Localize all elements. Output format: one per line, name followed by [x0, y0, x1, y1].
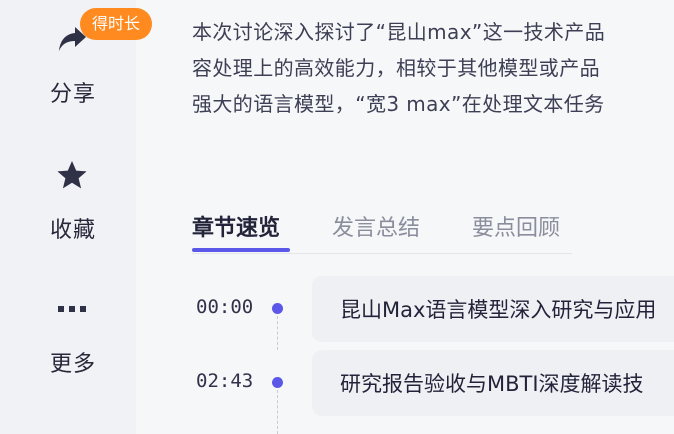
earn-time-badge[interactable]: 得时长 — [80, 8, 153, 40]
timeline-dot-icon — [272, 377, 283, 388]
chapter-item[interactable]: 02:43 研究报告验收与MBTI深度解读技 — [190, 350, 674, 416]
chapter-timestamp: 00:00 — [196, 296, 254, 318]
timeline-dot-icon — [272, 303, 283, 314]
action-rail: 分享 得时长 收藏 更多 — [0, 0, 153, 434]
active-tab-indicator — [192, 248, 290, 252]
summary-paragraph: 本次讨论深入探讨了“昆山max”这一技术产品 容处理上的高效能力，相较于其他模型… — [192, 14, 674, 122]
more-button[interactable]: 更多 — [0, 280, 136, 400]
chapter-timestamp: 02:43 — [196, 370, 254, 392]
share-label: 分享 — [49, 82, 96, 107]
more-label: 更多 — [49, 352, 96, 377]
summary-line: 容处理上的高效能力，相较于其他模型或产品 — [192, 56, 600, 80]
favorite-label: 收藏 — [49, 218, 96, 243]
tab-key-points[interactable]: 要点回顾 — [472, 210, 560, 242]
page: 分享 得时长 收藏 更多 本次讨论深入探讨了“昆山max”这一技术产品 容处理上… — [0, 0, 674, 434]
tab-speech-summary[interactable]: 发言总结 — [332, 210, 420, 242]
chapter-card[interactable]: 研究报告验收与MBTI深度解读技 — [312, 350, 674, 416]
summary-line: 本次讨论深入探讨了“昆山max”这一技术产品 — [192, 20, 606, 44]
ellipsis-icon — [52, 292, 92, 326]
star-icon — [52, 158, 92, 192]
summary-line: 强大的语言模型，“宽3 max”在处理文本任务 — [192, 92, 605, 116]
chapter-title: 昆山Max语言模型深入研究与应用 — [340, 298, 657, 322]
chapter-item[interactable]: 00:00 昆山Max语言模型深入研究与应用 — [190, 276, 674, 342]
chapter-title: 研究报告验收与MBTI深度解读技 — [340, 372, 644, 396]
tab-chapter-overview[interactable]: 章节速览 — [192, 210, 280, 242]
tab-divider — [192, 253, 572, 254]
chapter-card[interactable]: 昆山Max语言模型深入研究与应用 — [312, 276, 674, 342]
favorite-button[interactable]: 收藏 — [0, 140, 136, 260]
